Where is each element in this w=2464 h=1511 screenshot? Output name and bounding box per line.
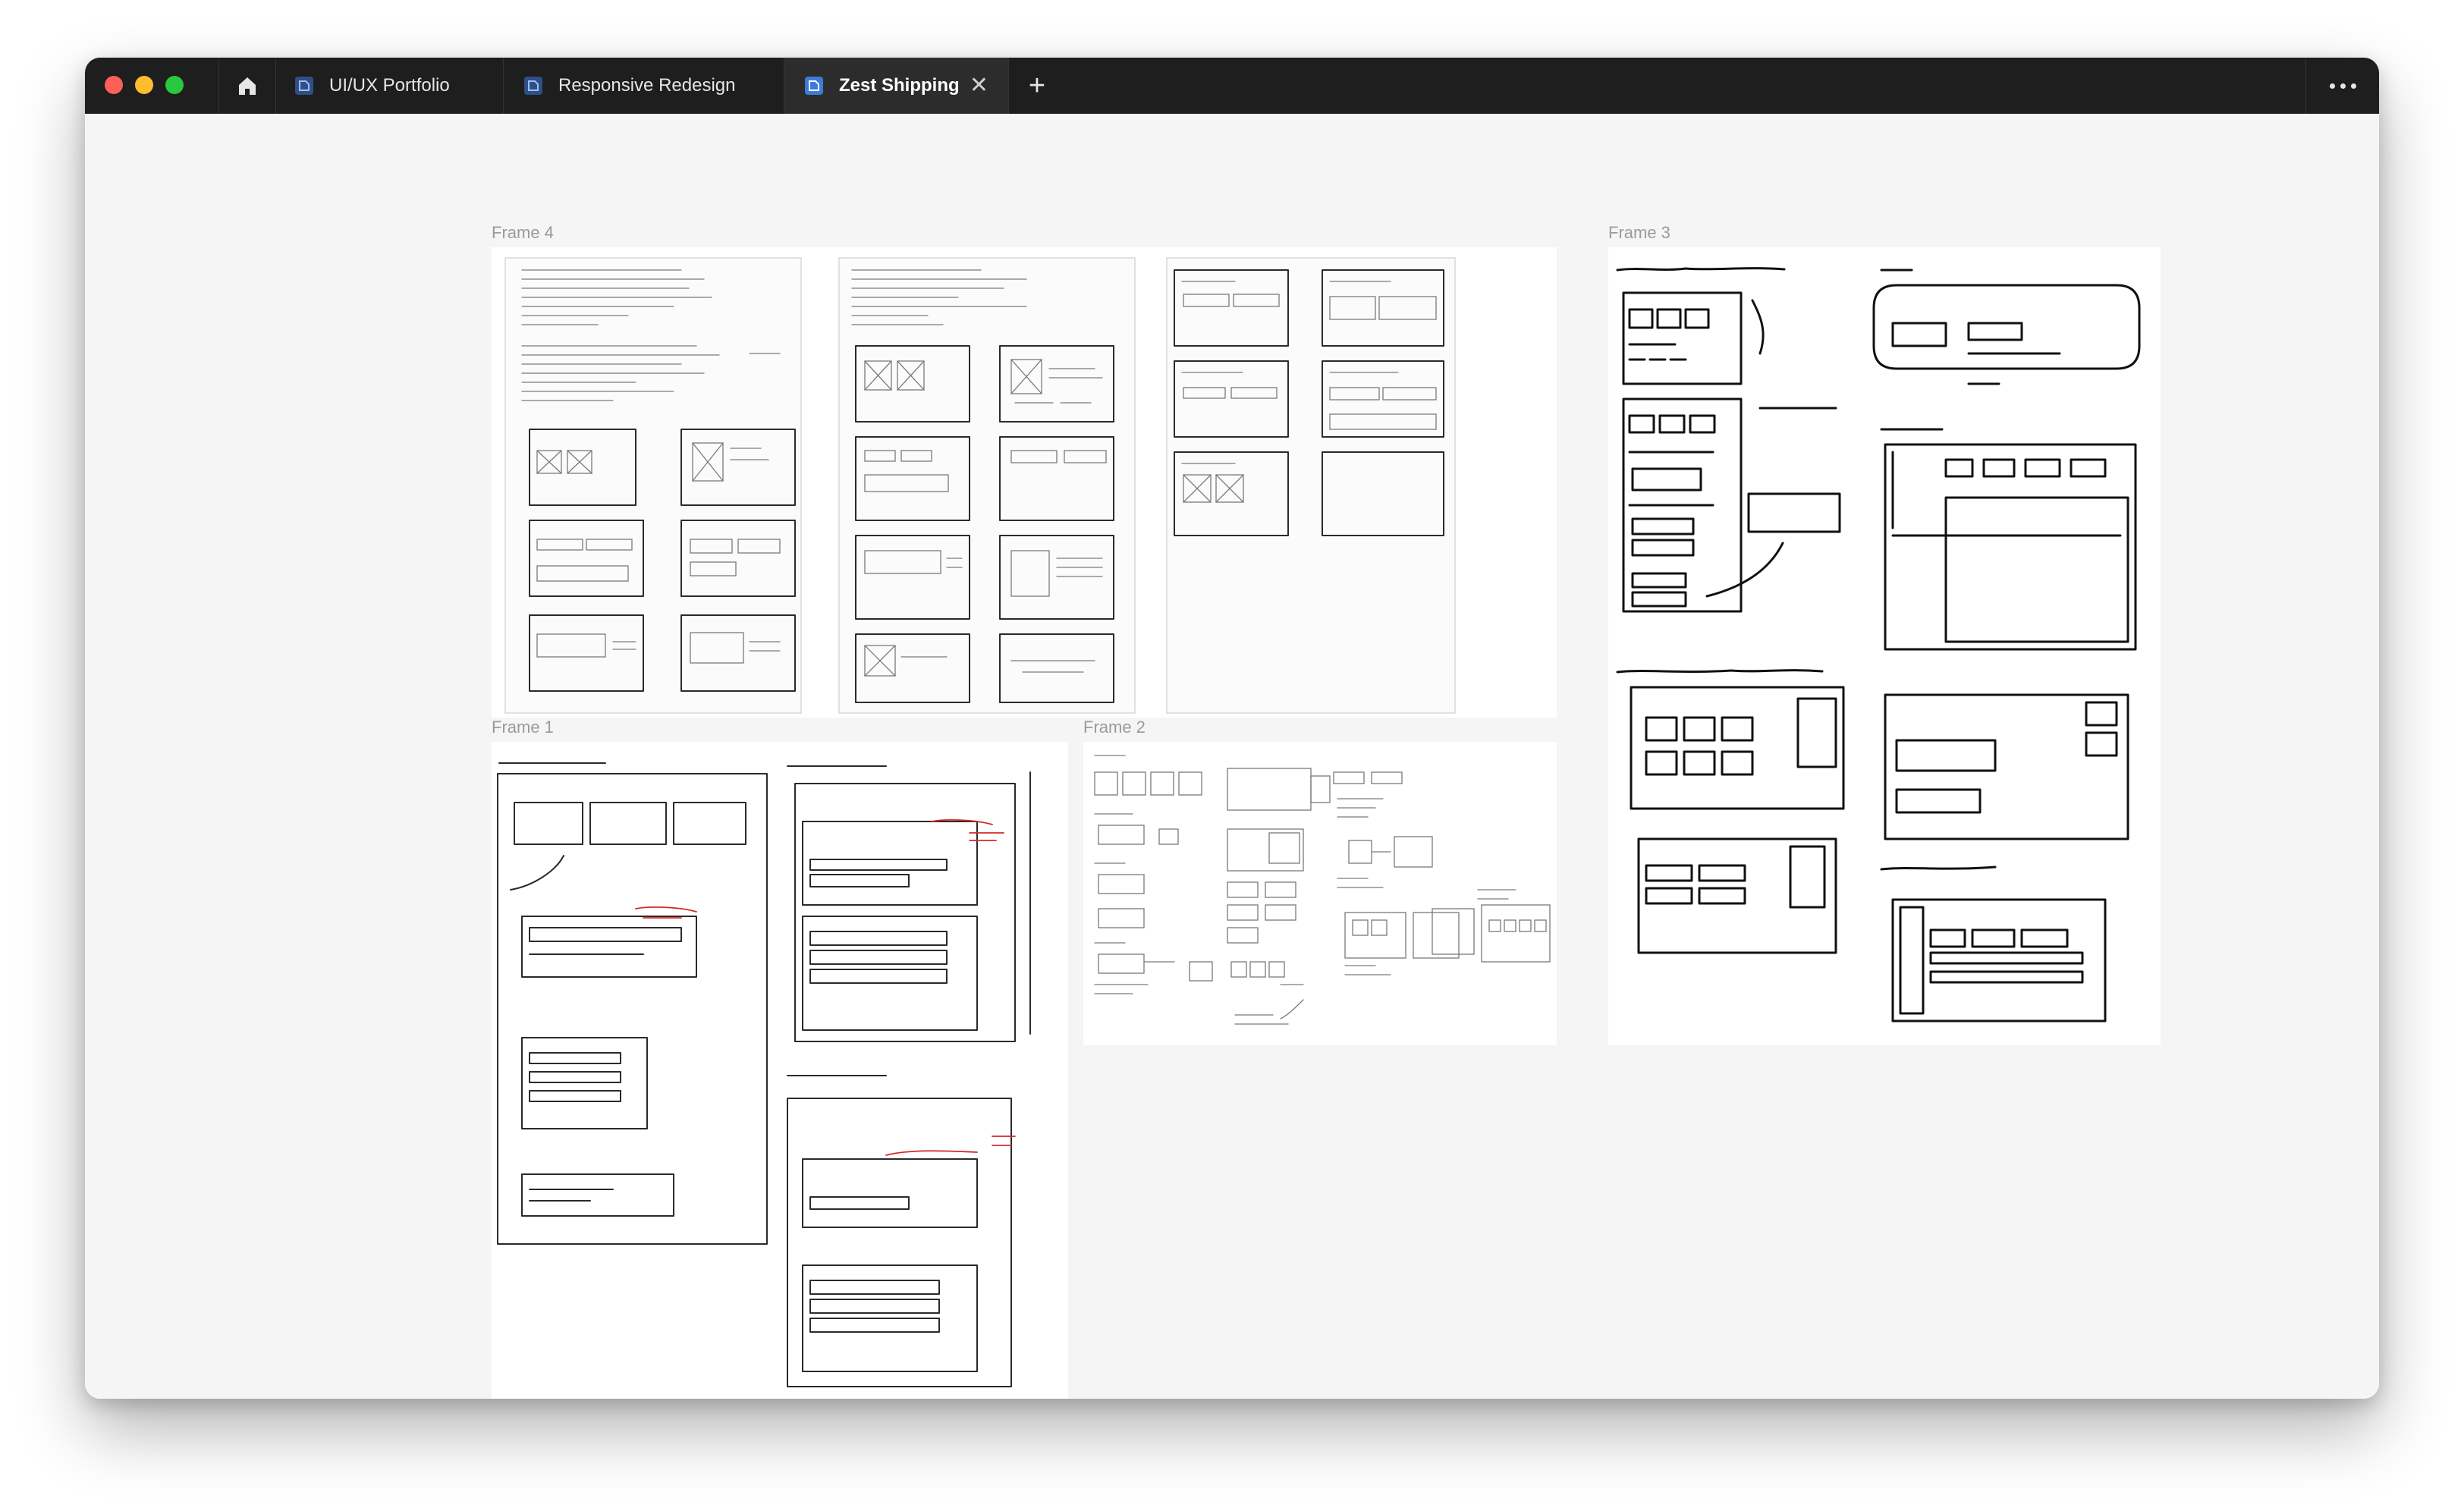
tab-label: Responsive Redesign [558,75,736,96]
minimize-window-button[interactable] [135,76,153,94]
tab-label: UI/UX Portfolio [329,75,450,96]
frame-label[interactable]: Frame 1 [492,718,554,737]
figma-file-icon [805,77,823,95]
tab-ui-ux-portfolio[interactable]: UI/UX Portfolio [275,58,504,114]
frame-1-sketch [497,762,1031,1387]
title-bar: UI/UX Portfolio Responsive Redesign Zest… [85,58,2379,114]
figma-file-icon [524,77,542,95]
frame-4-sketch [504,257,1456,714]
frame-3-sketch [1616,267,2141,1023]
close-tab-button[interactable]: ✕ [970,74,988,97]
tab-zest-shipping[interactable]: Zest Shipping ✕ [784,58,1009,114]
tab-label: Zest Shipping [839,75,960,96]
frame-label[interactable]: Frame 3 [1608,223,1670,243]
design-canvas[interactable]: Frame 4 Frame 3 Frame 1 Frame 2 [85,114,2379,1399]
frame-label[interactable]: Frame 2 [1083,718,1146,737]
new-tab-button[interactable]: + [1009,58,1065,114]
more-icon [2329,83,2335,89]
app-window: UI/UX Portfolio Responsive Redesign Zest… [85,58,2379,1399]
home-button[interactable] [218,58,276,114]
tab-responsive-redesign[interactable]: Responsive Redesign [504,58,784,114]
frame-2[interactable] [1083,742,1557,1045]
frame-4[interactable] [492,247,1557,718]
zoom-window-button[interactable] [165,76,184,94]
frame-label[interactable]: Frame 4 [492,223,554,243]
close-window-button[interactable] [105,76,123,94]
frame-1[interactable] [492,742,1068,1399]
figma-file-icon [295,77,313,95]
home-icon [239,77,256,95]
more-menu-button[interactable] [2305,58,2379,114]
frame-2-sketch [1094,755,1551,1025]
frame-3[interactable] [1608,247,2161,1045]
